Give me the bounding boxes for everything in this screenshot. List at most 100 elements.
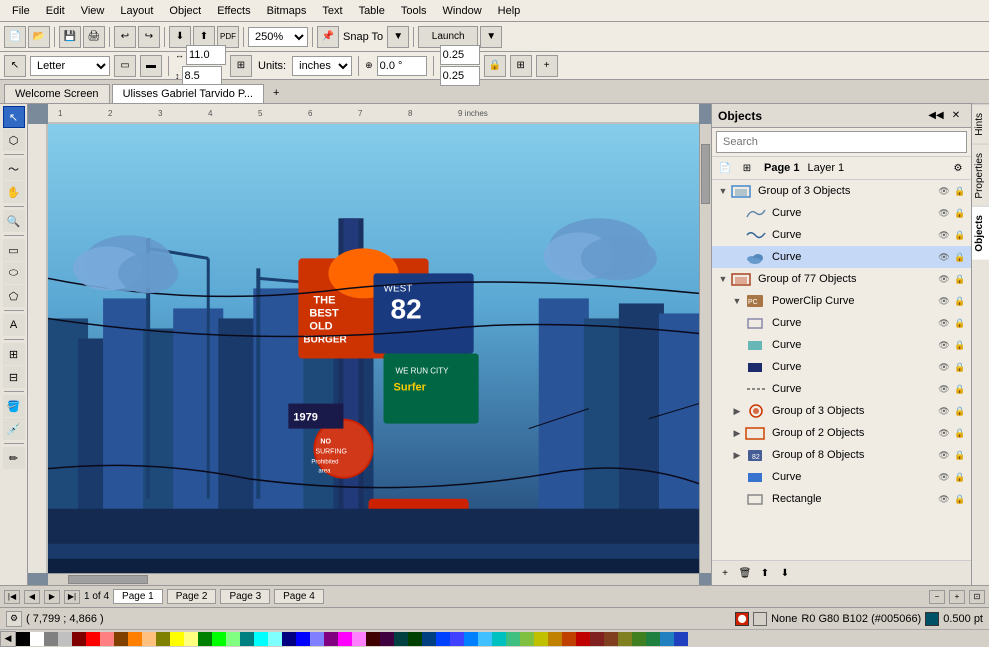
vis-lock-2[interactable]: 🔒 — [953, 206, 967, 220]
obj-item-7[interactable]: Curve 👁 🔒 — [712, 312, 971, 334]
palette-color-14[interactable] — [212, 632, 226, 646]
palette-color-24[interactable] — [352, 632, 366, 646]
palette-color-30[interactable] — [436, 632, 450, 646]
menu-edit[interactable]: Edit — [38, 3, 73, 19]
palette-color-18[interactable] — [268, 632, 282, 646]
tool-ellipse[interactable]: ⬭ — [3, 262, 25, 284]
tool-outline[interactable]: ✏ — [3, 447, 25, 469]
palette-color-41[interactable] — [590, 632, 604, 646]
palette-color-44[interactable] — [632, 632, 646, 646]
palette-color-37[interactable] — [534, 632, 548, 646]
palette-color-38[interactable] — [548, 632, 562, 646]
delete-layer-btn[interactable]: 🗑 — [736, 564, 754, 582]
print-button[interactable]: 🖨 — [83, 26, 105, 48]
menu-text[interactable]: Text — [314, 3, 350, 19]
palette-color-29[interactable] — [422, 632, 436, 646]
palette-color-27[interactable] — [394, 632, 408, 646]
expand-toggle-3[interactable] — [730, 228, 744, 242]
page-tab-3[interactable]: Page 3 — [220, 589, 270, 604]
obj-item-2[interactable]: Curve 👁 🔒 — [712, 202, 971, 224]
landscape-btn[interactable]: ▬ — [140, 55, 162, 77]
add-page-btn[interactable]: + — [536, 55, 558, 77]
page-prev-btn[interactable]: ◀ — [24, 590, 40, 604]
obj-item-14[interactable]: Curve 👁 🔒 — [712, 466, 971, 488]
width-input[interactable] — [186, 45, 226, 65]
palette-color-34[interactable] — [492, 632, 506, 646]
palette-color-28[interactable] — [408, 632, 422, 646]
undo-button[interactable]: ↩ — [114, 26, 136, 48]
expand-toggle-6[interactable]: ▼ — [730, 294, 744, 308]
palette-color-4[interactable] — [72, 632, 86, 646]
palette-color-15[interactable] — [226, 632, 240, 646]
expand-toggle-11[interactable]: ▶ — [730, 404, 744, 418]
zoom-in-btn[interactable]: + — [949, 590, 965, 604]
save-button[interactable]: 💾 — [59, 26, 81, 48]
palette-color-8[interactable] — [128, 632, 142, 646]
height-input[interactable] — [182, 66, 222, 86]
menu-table[interactable]: Table — [351, 3, 393, 19]
vis-eye-8[interactable]: 👁 — [937, 338, 951, 352]
obj-item-13[interactable]: ▶ 82 Group of 8 Objects 👁 🔒 — [712, 444, 971, 466]
palette-color-12[interactable] — [184, 632, 198, 646]
palette-color-2[interactable] — [44, 632, 58, 646]
scroll-thumb-h[interactable] — [68, 575, 148, 584]
obj-item-10[interactable]: Curve 👁 🔒 — [712, 378, 971, 400]
obj-item-9[interactable]: Curve 👁 🔒 — [712, 356, 971, 378]
tab-add-btn[interactable]: + — [266, 83, 286, 103]
palette-color-46[interactable] — [660, 632, 674, 646]
canvas-content[interactable]: THE BEST OLD BURGER WEST 82 WE RUN CITY … — [48, 124, 699, 573]
new-layer-btn[interactable]: + — [716, 564, 734, 582]
menu-file[interactable]: File — [4, 3, 38, 19]
palette-color-26[interactable] — [380, 632, 394, 646]
palette-color-9[interactable] — [142, 632, 156, 646]
palette-color-25[interactable] — [366, 632, 380, 646]
tool-freeform[interactable]: 〜 — [3, 158, 25, 180]
menu-bitmaps[interactable]: Bitmaps — [259, 3, 315, 19]
vis-lock-13[interactable]: 🔒 — [953, 448, 967, 462]
palette-color-0[interactable] — [16, 632, 30, 646]
menu-help[interactable]: Help — [490, 3, 529, 19]
expand-toggle-15[interactable] — [730, 492, 744, 506]
page-first-btn[interactable]: |◀ — [4, 590, 20, 604]
tool-text[interactable]: A — [3, 314, 25, 336]
menu-window[interactable]: Window — [435, 3, 490, 19]
tool-node[interactable]: ⬡ — [3, 129, 25, 151]
objects-search[interactable] — [716, 131, 967, 153]
status-settings-btn[interactable]: ⚙ — [6, 611, 22, 627]
palette-color-13[interactable] — [198, 632, 212, 646]
move-down-btn[interactable]: ⬇ — [776, 564, 794, 582]
expand-toggle-13[interactable]: ▶ — [730, 448, 744, 462]
vis-eye-6[interactable]: 👁 — [937, 294, 951, 308]
palette-color-22[interactable] — [324, 632, 338, 646]
redo-button[interactable]: ↪ — [138, 26, 160, 48]
panel-close-btn[interactable]: ✕ — [947, 107, 965, 125]
page-tab-4[interactable]: Page 4 — [274, 589, 324, 604]
expand-toggle-9[interactable] — [730, 360, 744, 374]
menu-tools[interactable]: Tools — [393, 3, 435, 19]
expand-toggle-12[interactable]: ▶ — [730, 426, 744, 440]
palette-color-32[interactable] — [464, 632, 478, 646]
tool-polygon[interactable]: ⬠ — [3, 285, 25, 307]
vis-lock-7[interactable]: 🔒 — [953, 316, 967, 330]
tool-parallel[interactable]: ⊟ — [3, 366, 25, 388]
scaley-input[interactable] — [440, 66, 480, 86]
snap-btn[interactable]: 📌 — [317, 26, 339, 48]
palette-color-35[interactable] — [506, 632, 520, 646]
vis-lock-15[interactable]: 🔒 — [953, 492, 967, 506]
tool-fill[interactable]: 🪣 — [3, 395, 25, 417]
palette-color-47[interactable] — [674, 632, 688, 646]
tab-welcome[interactable]: Welcome Screen — [4, 84, 110, 103]
vis-lock-8[interactable]: 🔒 — [953, 338, 967, 352]
obj-item-1[interactable]: ▼ Group of 3 Objects 👁 🔒 — [712, 180, 971, 202]
tool-table[interactable]: ⊞ — [3, 343, 25, 365]
obj-item-6[interactable]: ▼ PC PowerClip Curve 👁 🔒 — [712, 290, 971, 312]
palette-color-31[interactable] — [450, 632, 464, 646]
angle-input[interactable] — [377, 56, 427, 76]
palette-color-33[interactable] — [478, 632, 492, 646]
scalex-input[interactable] — [440, 45, 480, 65]
palette-color-3[interactable] — [58, 632, 72, 646]
menu-effects[interactable]: Effects — [209, 3, 258, 19]
palette-color-17[interactable] — [254, 632, 268, 646]
properties-tab[interactable]: Properties — [972, 144, 989, 207]
palette-color-36[interactable] — [520, 632, 534, 646]
